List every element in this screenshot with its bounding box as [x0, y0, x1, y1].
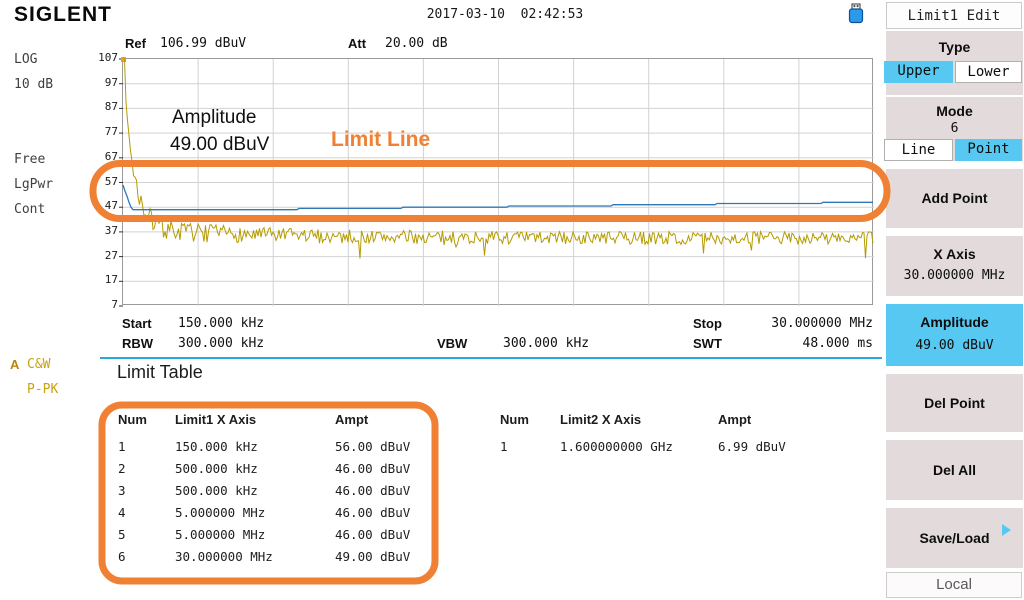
limit1-col-xaxis: Limit1 X Axis [175, 412, 335, 432]
trace-mode-readout: C&W [27, 357, 50, 372]
limit1-row-cell: 150.000 kHz [175, 439, 335, 454]
limit1-row-cell: 4 [118, 505, 175, 520]
limit1-row-cell: 500.000 kHz [175, 461, 335, 476]
limit1-row-cell: 5 [118, 527, 175, 542]
limit1-row-cell: 49.00 dBuV [335, 549, 447, 564]
scale-type-readout: LOG [14, 52, 37, 67]
limit1-col-ampt: Ampt [335, 412, 447, 432]
annotation-amplitude-value: 49.00 dBuV [170, 134, 269, 156]
cont-sweep-readout: Cont [14, 202, 45, 217]
limit1-row-cell: 46.00 dBuV [335, 527, 447, 542]
amplitude-label: Amplitude [886, 314, 1023, 330]
stop-label: Stop [693, 316, 722, 331]
att-label: Att [348, 36, 366, 51]
rbw-value: 300.000 kHz [178, 336, 264, 351]
swt-label: SWT [693, 336, 722, 351]
limit1-row-cell: 2 [118, 461, 175, 476]
scale-div-readout: 10 dB [14, 77, 53, 92]
amplitude-value: 49.00 dBuV [886, 338, 1023, 353]
limit2-row-cell: 1.600000000 GHz [560, 439, 718, 454]
instrument-screen: SIGLENT 2017-03-10 02:42:53 LOG 10 dB Fr… [0, 0, 1024, 600]
mode-line-button[interactable]: Line [884, 139, 953, 161]
limit1-col-num: Num [118, 412, 175, 432]
limit2-col-ampt: Ampt [718, 412, 830, 432]
start-label: Start [122, 316, 152, 331]
limit1-row-cell: 46.00 dBuV [335, 483, 447, 498]
y-tick-label: 87 [84, 100, 118, 113]
swt-value: 48.000 ms [723, 336, 873, 351]
y-tick-label: 67 [84, 150, 118, 163]
x-axis-value: 30.000000 MHz [886, 268, 1023, 283]
trace-a-label: A [10, 357, 19, 372]
add-point-button[interactable]: Add Point [886, 169, 1023, 228]
limit1-row-cell: 46.00 dBuV [335, 461, 447, 476]
y-tick-label: 57 [84, 175, 118, 188]
trigger-free-readout: Free [14, 152, 45, 167]
ref-value: 106.99 dBuV [160, 36, 246, 51]
limit1-table: Num Limit1 X Axis Ampt 1 150.000 kHz 56.… [118, 412, 447, 564]
limit-table-title: Limit Table [117, 362, 203, 383]
vbw-value: 300.000 kHz [503, 336, 589, 351]
detector-readout: P-PK [27, 382, 58, 397]
mode-label: Mode [886, 103, 1023, 119]
usb-device-icon [847, 3, 865, 24]
start-value: 150.000 kHz [178, 316, 264, 331]
y-tick-label: 37 [84, 224, 118, 237]
menu-title-limit1-edit: Limit1 Edit [886, 2, 1022, 29]
limit1-row-cell: 46.00 dBuV [335, 505, 447, 520]
section-divider [100, 357, 882, 359]
limit1-row-cell: 3 [118, 483, 175, 498]
y-tick-label: 47 [84, 199, 118, 212]
del-point-button[interactable]: Del Point [886, 374, 1023, 432]
y-tick-label: 107 [84, 51, 118, 64]
type-label: Type [886, 39, 1023, 55]
x-axis-label: X Axis [886, 246, 1023, 262]
lgpwr-readout: LgPwr [14, 177, 53, 192]
x-axis-softkey[interactable] [886, 236, 1023, 296]
limit1-row-cell: 5.000000 MHz [175, 505, 335, 520]
limit1-row-cell: 30.000000 MHz [175, 549, 335, 564]
limit2-table: Num Limit2 X Axis Ampt 1 1.600000000 GHz… [500, 412, 830, 454]
y-tick-label: 7 [84, 298, 118, 311]
limit1-row-cell: 56.00 dBuV [335, 439, 447, 454]
limit2-row-cell: 1 [500, 439, 560, 454]
mode-value: 6 [886, 121, 1023, 136]
y-tick-label: 77 [84, 125, 118, 138]
vbw-label: VBW [437, 336, 467, 351]
spectrum-plot [122, 58, 873, 305]
ref-label: Ref [125, 36, 146, 51]
att-value: 20.00 dB [385, 36, 448, 51]
limit1-row-cell: 1 [118, 439, 175, 454]
siglent-logo: SIGLENT [14, 3, 112, 27]
limit2-col-xaxis: Limit2 X Axis [560, 412, 718, 432]
annotation-amplitude-label: Amplitude [172, 107, 257, 129]
y-tick-label: 97 [84, 76, 118, 89]
limit1-row-cell: 6 [118, 549, 175, 564]
limit2-col-num: Num [500, 412, 560, 432]
type-lower-button[interactable]: Lower [955, 61, 1022, 83]
stop-value: 30.000000 MHz [723, 316, 873, 331]
limit2-row-cell: 6.99 dBuV [718, 439, 830, 454]
submenu-arrow-icon [1002, 524, 1011, 536]
rbw-label: RBW [122, 336, 153, 351]
del-all-button[interactable]: Del All [886, 440, 1023, 500]
trace-canvas [123, 59, 874, 306]
y-tick-label: 17 [84, 273, 118, 286]
limit1-row-cell: 5.000000 MHz [175, 527, 335, 542]
datetime-display: 2017-03-10 02:42:53 [420, 7, 590, 22]
limit1-row-cell: 500.000 kHz [175, 483, 335, 498]
local-button[interactable]: Local [886, 572, 1022, 598]
y-tick-label: 27 [84, 249, 118, 262]
mode-point-button[interactable]: Point [955, 139, 1022, 161]
annotation-limit-line-label: Limit Line [331, 128, 430, 152]
save-load-button[interactable]: Save/Load [886, 508, 1023, 568]
type-upper-button[interactable]: Upper [884, 61, 953, 83]
